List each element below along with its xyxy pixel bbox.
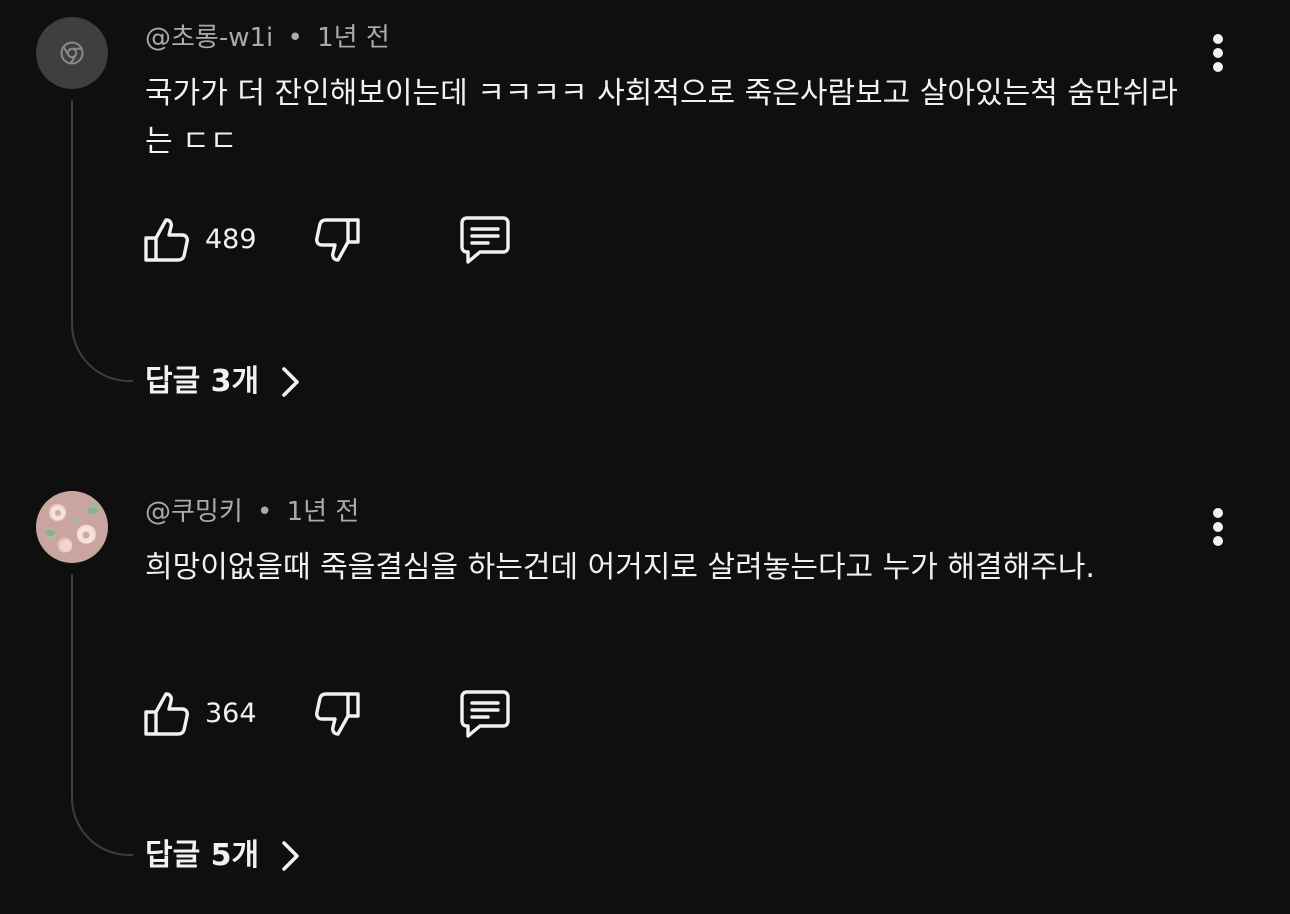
avatar[interactable] xyxy=(36,491,108,563)
thread-line xyxy=(71,100,133,382)
thumbs-up-icon xyxy=(144,218,189,262)
thread-line xyxy=(71,574,133,856)
meta-separator: • xyxy=(287,23,303,53)
chrome-logo-icon xyxy=(60,41,84,65)
meta-separator: • xyxy=(257,497,273,527)
comment-thread: @쿠밍키 • 1년 전 희망이없을때 죽을결심을 하는건데 어거지로 살려놓는다… xyxy=(0,474,1290,914)
replies-label: 답글 5개 xyxy=(145,838,260,873)
dislike-button[interactable] xyxy=(312,688,362,740)
author-name[interactable]: @쿠밍키 xyxy=(145,497,243,527)
like-count: 489 xyxy=(205,224,257,255)
like-count: 364 xyxy=(205,698,257,729)
reply-button[interactable] xyxy=(458,214,512,266)
more-vert-icon xyxy=(1213,508,1223,546)
timestamp[interactable]: 1년 전 xyxy=(317,23,390,53)
reply-button[interactable] xyxy=(458,688,512,740)
like-button[interactable] xyxy=(142,688,192,740)
thumbs-down-icon xyxy=(315,692,360,736)
chevron-right-icon xyxy=(282,841,299,871)
more-options-button[interactable] xyxy=(1200,507,1236,547)
timestamp[interactable]: 1년 전 xyxy=(287,497,360,527)
thumbs-down-icon xyxy=(315,218,360,262)
comment-icon xyxy=(460,690,510,738)
author-name[interactable]: @초롱-w1i xyxy=(145,23,273,53)
comment-meta: @초롱-w1i • 1년 전 xyxy=(145,20,390,56)
comment-icon xyxy=(460,216,510,264)
view-replies-button[interactable]: 답글 3개 xyxy=(145,360,303,404)
comment-text: 국가가 더 잔인해보이는데 ㅋㅋㅋㅋ 사회적으로 죽은사람보고 살아있는척 숨만… xyxy=(145,76,1178,159)
avatar[interactable] xyxy=(36,17,108,89)
more-options-button[interactable] xyxy=(1200,33,1236,73)
dislike-button[interactable] xyxy=(312,214,362,266)
comment-meta: @쿠밍키 • 1년 전 xyxy=(145,494,359,530)
comment-thread: @초롱-w1i • 1년 전 국가가 더 잔인해보이는데 ㅋㅋㅋㅋ 사회적으로 … xyxy=(0,0,1290,440)
comment-actions: 489 xyxy=(142,214,542,266)
comment-text: 희망이없을때 죽을결심을 하는건데 어거지로 살려놓는다고 누가 해결해주나. xyxy=(145,550,1095,585)
comment-actions: 364 xyxy=(142,688,542,740)
view-replies-button[interactable]: 답글 5개 xyxy=(145,834,303,878)
like-button[interactable] xyxy=(142,214,192,266)
thumbs-up-icon xyxy=(144,692,189,736)
floral-avatar xyxy=(45,506,97,552)
more-vert-icon xyxy=(1213,34,1223,72)
chevron-right-icon xyxy=(282,367,299,397)
replies-label: 답글 3개 xyxy=(145,364,260,399)
